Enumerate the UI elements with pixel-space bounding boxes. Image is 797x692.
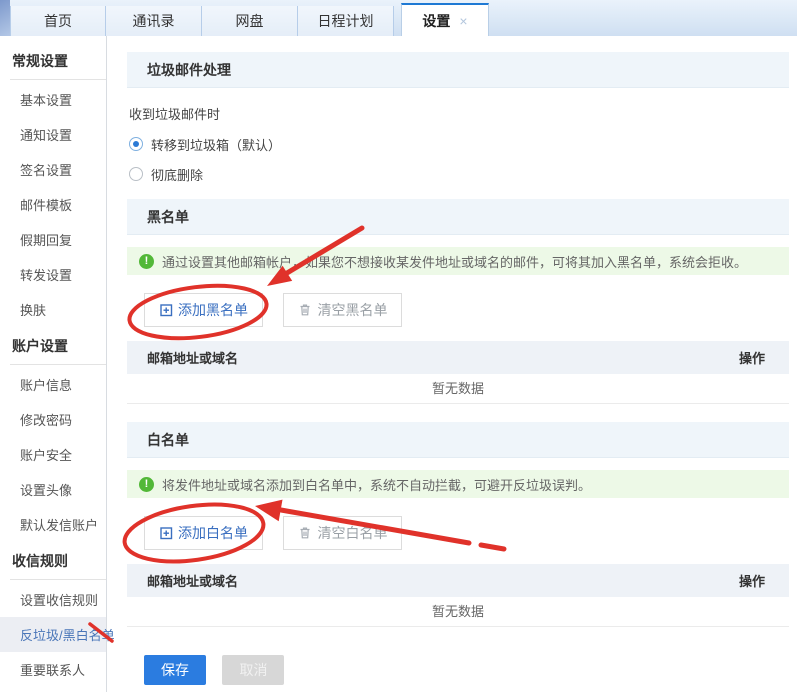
divider bbox=[10, 579, 106, 580]
sidebar-header-account-settings[interactable]: 账户设置 bbox=[0, 327, 106, 364]
close-icon[interactable]: × bbox=[459, 13, 467, 29]
save-button[interactable]: 保存 bbox=[144, 655, 206, 685]
column-action: 操作 bbox=[739, 571, 789, 590]
radio-label: 彻底删除 bbox=[151, 165, 203, 184]
sidebar-item-antispam-blackwhite-list[interactable]: 反垃圾/黑白名单 bbox=[0, 617, 106, 652]
sidebar-item-receive-rules[interactable]: 设置收信规则 bbox=[0, 582, 106, 617]
sidebar-item-notification-settings[interactable]: 通知设置 bbox=[0, 117, 106, 152]
sidebar-item-skin[interactable]: 换肤 bbox=[0, 292, 106, 327]
spam-prompt: 收到垃圾邮件时 bbox=[127, 104, 789, 123]
tab-settings[interactable]: 设置 × bbox=[401, 3, 489, 36]
blacklist-empty-row: 暂无数据 bbox=[127, 374, 789, 404]
tab-home[interactable]: 首页 bbox=[10, 6, 106, 36]
clear-whitelist-button[interactable]: 清空白名单 bbox=[283, 516, 402, 550]
divider bbox=[10, 364, 106, 365]
clear-blacklist-label: 清空黑名单 bbox=[317, 300, 387, 320]
whitelist-info-text: 将发件地址或域名添加到白名单中，系统不自动拦截，可避开反垃圾误判。 bbox=[162, 475, 591, 494]
section-title-spam-handling: 垃圾邮件处理 bbox=[127, 52, 789, 88]
clear-blacklist-button[interactable]: 清空黑名单 bbox=[283, 293, 402, 327]
blacklist-info-text: 通过设置其他邮箱帐户，如果您不想接收某发件地址或域名的邮件，可将其加入黑名单，系… bbox=[162, 252, 747, 271]
section-title-blacklist: 黑名单 bbox=[127, 199, 789, 235]
settings-main-panel: 垃圾邮件处理 收到垃圾邮件时 转移到垃圾箱（默认） 彻底删除 黑名单 ! 通过设… bbox=[107, 36, 797, 692]
cancel-button[interactable]: 取消 bbox=[222, 655, 284, 685]
sidebar-header-general-settings[interactable]: 常规设置 bbox=[0, 42, 106, 79]
radio-label: 转移到垃圾箱（默认） bbox=[151, 135, 281, 154]
radio-option-move-to-junk[interactable]: 转移到垃圾箱（默认） bbox=[127, 135, 789, 153]
blacklist-table: 邮箱地址或域名 操作 暂无数据 bbox=[127, 341, 789, 404]
sidebar-item-label: 反垃圾/黑白名单 bbox=[20, 628, 115, 643]
tab-bar: 首页 通讯录 网盘 日程计划 设置 × bbox=[0, 0, 797, 36]
sidebar-item-account-security[interactable]: 账户安全 bbox=[0, 437, 106, 472]
blacklist-table-header: 邮箱地址或域名 操作 bbox=[127, 341, 789, 374]
sidebar-item-set-avatar[interactable]: 设置头像 bbox=[0, 472, 106, 507]
tab-schedule[interactable]: 日程计划 bbox=[298, 6, 394, 36]
section-title-whitelist: 白名单 bbox=[127, 422, 789, 458]
sidebar-item-change-password[interactable]: 修改密码 bbox=[0, 402, 106, 437]
trash-icon bbox=[298, 303, 312, 317]
tabbar-left-strip bbox=[0, 0, 10, 36]
column-address: 邮箱地址或域名 bbox=[127, 348, 739, 367]
info-icon: ! bbox=[139, 477, 154, 492]
whitelist-button-row: 添加白名单 清空白名单 bbox=[127, 516, 789, 550]
tab-settings-label: 设置 bbox=[422, 11, 450, 31]
sidebar-header-folders-and-tags[interactable]: 文件夹和标签 bbox=[0, 687, 106, 692]
sidebar-header-receiving-rules[interactable]: 收信规则 bbox=[0, 542, 106, 579]
radio-selected-icon[interactable] bbox=[129, 137, 143, 151]
blacklist-info-bar: ! 通过设置其他邮箱帐户，如果您不想接收某发件地址或域名的邮件，可将其加入黑名单… bbox=[127, 247, 789, 275]
sidebar-item-basic-settings[interactable]: 基本设置 bbox=[0, 82, 106, 117]
add-icon bbox=[159, 526, 173, 540]
add-blacklist-label: 添加黑名单 bbox=[178, 300, 248, 320]
sidebar-item-account-info[interactable]: 账户信息 bbox=[0, 367, 106, 402]
add-whitelist-label: 添加白名单 bbox=[178, 523, 248, 543]
whitelist-empty-row: 暂无数据 bbox=[127, 597, 789, 627]
radio-option-delete-completely[interactable]: 彻底删除 bbox=[127, 165, 789, 183]
footer-actions: 保存 取消 bbox=[127, 655, 789, 685]
clear-whitelist-label: 清空白名单 bbox=[317, 523, 387, 543]
settings-sidebar: 常规设置 基本设置 通知设置 签名设置 邮件模板 假期回复 转发设置 换肤 账户… bbox=[0, 36, 107, 692]
divider bbox=[10, 79, 106, 80]
column-action: 操作 bbox=[739, 348, 789, 367]
blacklist-button-row: 添加黑名单 清空黑名单 bbox=[127, 293, 789, 327]
add-blacklist-button[interactable]: 添加黑名单 bbox=[144, 293, 263, 327]
tab-contacts[interactable]: 通讯录 bbox=[106, 6, 202, 36]
info-icon: ! bbox=[139, 254, 154, 269]
sidebar-item-forwarding-settings[interactable]: 转发设置 bbox=[0, 257, 106, 292]
radio-unselected-icon[interactable] bbox=[129, 167, 143, 181]
sidebar-item-vacation-reply[interactable]: 假期回复 bbox=[0, 222, 106, 257]
add-icon bbox=[159, 303, 173, 317]
column-address: 邮箱地址或域名 bbox=[127, 571, 739, 590]
tab-netdisk[interactable]: 网盘 bbox=[202, 6, 298, 36]
add-whitelist-button[interactable]: 添加白名单 bbox=[144, 516, 263, 550]
whitelist-table: 邮箱地址或域名 操作 暂无数据 bbox=[127, 564, 789, 627]
sidebar-item-important-contacts[interactable]: 重要联系人 bbox=[0, 652, 106, 687]
sidebar-item-signature-settings[interactable]: 签名设置 bbox=[0, 152, 106, 187]
sidebar-item-mail-template[interactable]: 邮件模板 bbox=[0, 187, 106, 222]
sidebar-item-default-sender[interactable]: 默认发信账户 bbox=[0, 507, 106, 542]
trash-icon bbox=[298, 526, 312, 540]
whitelist-table-header: 邮箱地址或域名 操作 bbox=[127, 564, 789, 597]
whitelist-info-bar: ! 将发件地址或域名添加到白名单中，系统不自动拦截，可避开反垃圾误判。 bbox=[127, 470, 789, 498]
